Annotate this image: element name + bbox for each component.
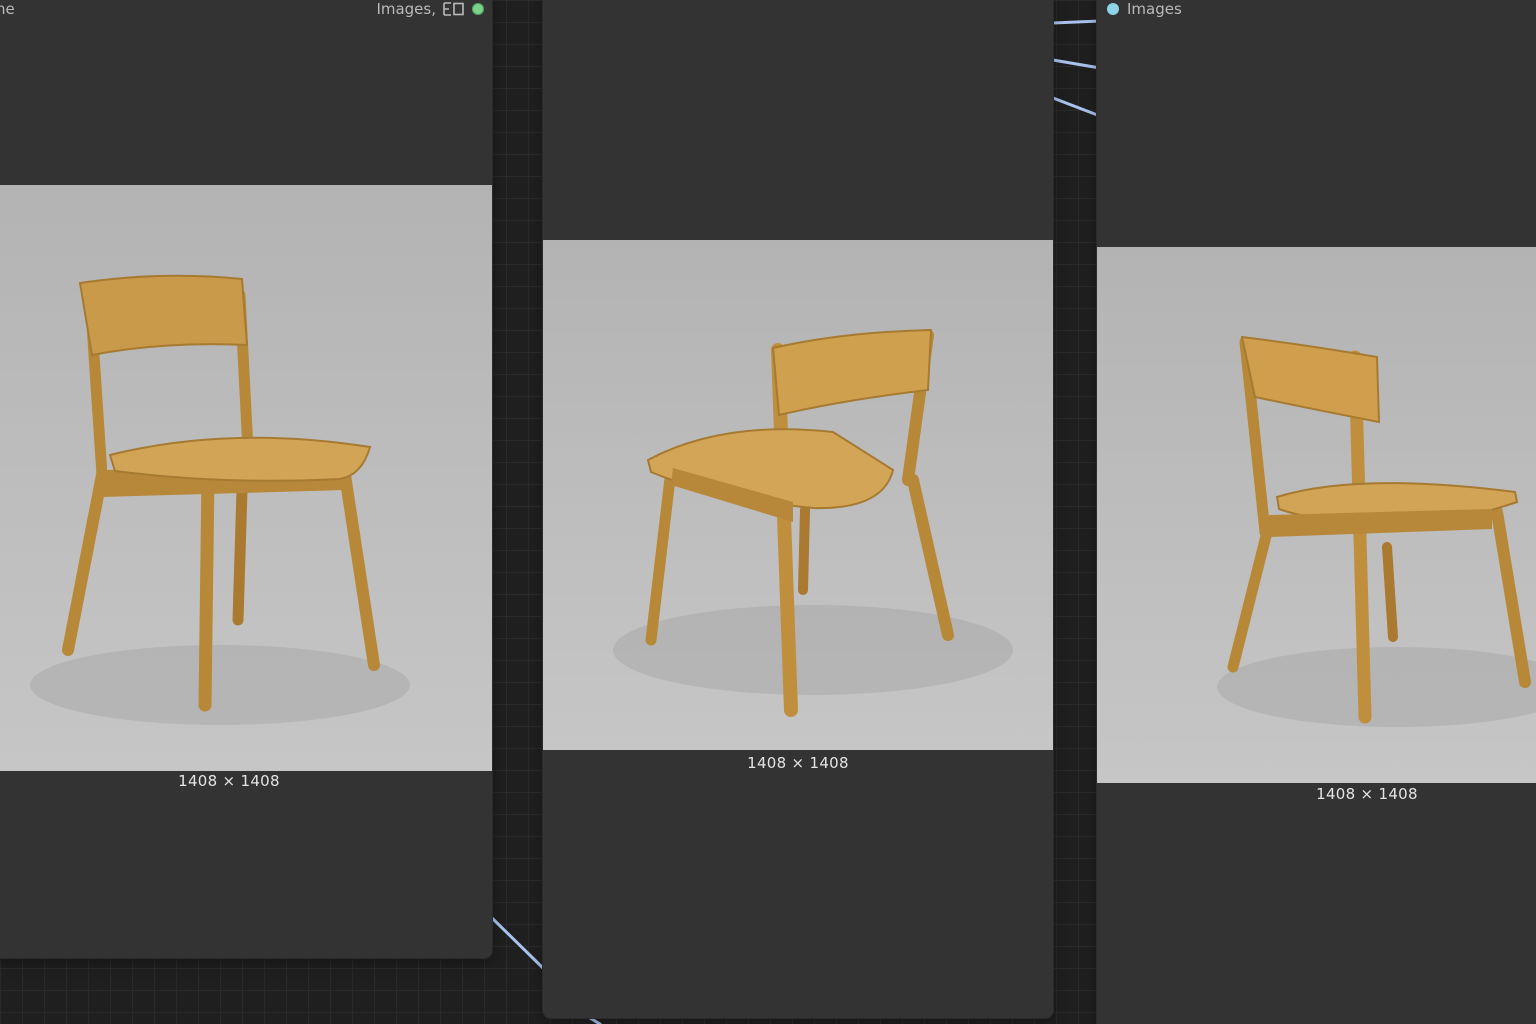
node-output-header[interactable]: Images, [376, 0, 484, 18]
chair-front-image [30, 274, 410, 725]
chair-back-image [613, 328, 1013, 717]
image-dimensions: 1408 × 1408 [1316, 785, 1418, 803]
image-dimensions: 1408 × 1408 [747, 754, 849, 772]
image-dimensions: 1408 × 1408 [178, 772, 280, 790]
image-preview[interactable] [1097, 247, 1536, 783]
image-preview[interactable] [543, 240, 1053, 750]
wire-top [1051, 19, 1102, 25]
node-input-header[interactable]: Images [1107, 0, 1182, 18]
chair-rear-side-image [1217, 335, 1536, 727]
node-title: ne [0, 0, 15, 18]
input-label: Images [1127, 0, 1182, 18]
split-view-icon[interactable] [443, 2, 465, 16]
status-indicator-icon [472, 3, 484, 15]
wire-middle-1 [1051, 58, 1102, 70]
image-preview[interactable] [0, 185, 492, 771]
image-node-right[interactable]: Images 1408 × 1408 [1097, 0, 1536, 1024]
node-title-text: ne [0, 0, 15, 18]
output-label: Images, [376, 0, 436, 18]
image-node-left[interactable]: ne Images, 1408 × 1408 [0, 0, 492, 958]
input-port-icon[interactable] [1107, 3, 1119, 15]
wire-middle-2 [1051, 96, 1102, 118]
wire-bottom [490, 916, 547, 972]
wire-bottom-2 [588, 1016, 602, 1024]
image-node-middle[interactable]: 1408 × 1408 [543, 0, 1053, 1018]
